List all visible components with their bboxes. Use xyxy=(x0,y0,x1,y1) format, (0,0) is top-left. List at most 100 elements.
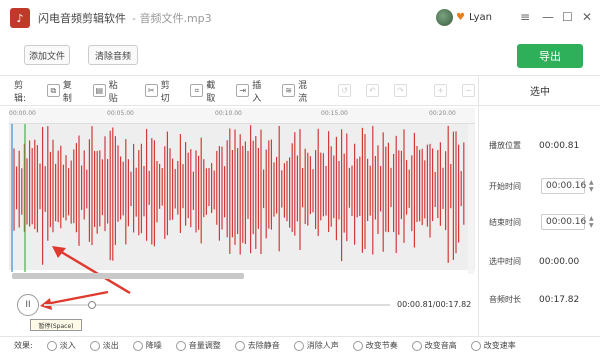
end-time-label: 结束时间 xyxy=(489,217,521,227)
fade-out-label: 淡出 xyxy=(102,341,119,350)
export-button[interactable]: 导出 xyxy=(517,44,583,68)
fade-out-icon xyxy=(89,340,100,351)
change-pitch-icon xyxy=(411,340,422,351)
start-time-row: 开始时间 00:00.16 ▲ ▼ xyxy=(489,178,599,194)
vip-heart-icon: ♥ xyxy=(456,12,465,23)
volume-label: 音量调整 xyxy=(188,341,221,350)
play-position-row: 播放位置 00:00.81 xyxy=(489,140,599,151)
app-title: 闪电音频剪辑软件 xyxy=(38,12,126,25)
pause-icon: II xyxy=(25,300,31,310)
play-position-label: 播放位置 xyxy=(489,141,521,150)
play-position-value: 00:00.81 xyxy=(539,140,580,151)
mix-button[interactable]: ≋ 混流 xyxy=(282,78,316,104)
menu-icon[interactable]: ≡ xyxy=(520,10,530,24)
crop-label: 截取 xyxy=(206,80,216,104)
noise-reduction-button[interactable]: 降噪 xyxy=(132,340,162,351)
undo-button[interactable]: ↶ xyxy=(366,84,382,97)
cut-button[interactable]: ✂ 剪切 xyxy=(144,78,179,104)
vertical-scrollbar[interactable] xyxy=(468,124,474,274)
fade-out-button[interactable]: 淡出 xyxy=(89,340,119,351)
change-tempo-button[interactable]: 改变节奏 xyxy=(352,340,398,351)
remove-vocals-icon xyxy=(293,340,304,351)
zoom-out-button[interactable]: − xyxy=(462,84,478,97)
fade-in-icon xyxy=(46,340,57,351)
pause-tooltip: 暂停(Space) xyxy=(30,319,82,331)
noise-reduction-icon xyxy=(132,340,143,351)
history-button[interactable]: ↺ xyxy=(338,84,354,97)
audio-length-value: 00:17.82 xyxy=(539,294,580,305)
paste-label: 粘贴 xyxy=(108,80,118,104)
waveform-area[interactable] xyxy=(9,110,475,270)
horizontal-scrollbar[interactable] xyxy=(12,273,244,279)
end-time-input[interactable]: 00:00.16 xyxy=(541,214,586,230)
noise-reduction-label: 降噪 xyxy=(145,341,162,350)
copy-label: 复制 xyxy=(62,80,72,104)
selected-time-row: 选中时间 00:00.00 xyxy=(489,256,599,267)
file-name: - 音频文件.mp3 xyxy=(132,12,212,25)
edit-label: 剪辑: xyxy=(14,80,27,104)
insert-button[interactable]: ⇥ 插入 xyxy=(236,78,270,104)
start-time-input[interactable]: 00:00.16 xyxy=(541,178,586,194)
paste-button[interactable]: ▤ 粘贴 xyxy=(92,78,127,104)
end-time-stepper-icon[interactable]: ▲ ▼ xyxy=(589,215,594,229)
zoom-out-icon: − xyxy=(462,84,475,97)
annotation-arrow xyxy=(45,290,109,306)
copy-button[interactable]: ⧉ 复制 xyxy=(46,78,81,104)
maximize-icon[interactable]: ☐ xyxy=(562,10,573,24)
playback-slider-handle[interactable] xyxy=(88,301,97,309)
audio-length-label: 音频时长 xyxy=(489,295,521,304)
time-ruler[interactable]: 00:00.00 00:05.00 00:10.00 00:15.00 00:2… xyxy=(9,108,475,124)
remove-silence-label: 去除静音 xyxy=(247,341,280,350)
effects-label: 效果: xyxy=(14,341,33,350)
change-rate-button[interactable]: 改变速率 xyxy=(470,340,516,351)
crop-button[interactable]: ⌗ 截取 xyxy=(190,78,224,104)
selected-time-label: 选中时间 xyxy=(489,257,521,266)
volume-button[interactable]: 音量调整 xyxy=(175,340,221,351)
start-time-label: 开始时间 xyxy=(489,181,521,191)
copy-icon: ⧉ xyxy=(46,84,60,97)
selection-panel: 选中 播放位置 00:00.81 开始时间 00:00.16 ▲ ▼ 结束时间 0… xyxy=(478,76,600,336)
effects-bar: 效果: 淡入 淡出 降噪 音量调整 去除静音 消除人声 改变节奏 改变音高 改变… xyxy=(0,336,600,354)
title-bar: ♪ 闪电音频剪辑软件 - 音频文件.mp3 xyxy=(0,0,600,36)
app-logo-icon: ♪ xyxy=(10,8,30,28)
redo-button[interactable]: ↷ xyxy=(394,84,410,97)
remove-vocals-label: 消除人声 xyxy=(306,341,339,350)
change-tempo-icon xyxy=(352,340,363,351)
username[interactable]: Lyan xyxy=(469,12,492,23)
ruler-tick: 00:15.00 xyxy=(321,110,348,117)
selected-time-value: 00:00.00 xyxy=(539,256,580,267)
clear-audio-button[interactable]: 清除音频 xyxy=(88,45,138,65)
zoom-in-button[interactable]: + xyxy=(434,84,450,97)
redo-icon: ↷ xyxy=(394,84,407,97)
main-toolbar: 添加文件 清除音频 导出 xyxy=(0,36,600,76)
change-rate-label: 改变速率 xyxy=(483,341,516,350)
cut-label: 剪切 xyxy=(160,80,170,104)
avatar[interactable] xyxy=(436,9,453,26)
remove-vocals-button[interactable]: 消除人声 xyxy=(293,340,339,351)
ruler-tick: 00:00.00 xyxy=(9,110,36,117)
add-file-button[interactable]: 添加文件 xyxy=(24,45,70,65)
minimize-icon[interactable]: — xyxy=(542,10,554,24)
undo-icon: ↶ xyxy=(366,84,379,97)
change-rate-icon xyxy=(470,340,481,351)
mix-label: 混流 xyxy=(298,80,308,104)
crop-icon: ⌗ xyxy=(190,84,204,97)
close-icon[interactable]: ✕ xyxy=(582,10,592,24)
end-time-row: 结束时间 00:00.16 ▲ ▼ xyxy=(489,214,599,230)
fade-in-button[interactable]: 淡入 xyxy=(46,340,76,351)
pause-button[interactable]: II xyxy=(17,294,39,316)
paste-icon: ▤ xyxy=(92,84,106,97)
time-readout: 00:00.81/00:17.82 xyxy=(397,300,472,309)
change-pitch-button[interactable]: 改变音高 xyxy=(411,340,457,351)
edit-toolbar: 剪辑: ⧉ 复制 ▤ 粘贴 ✂ 剪切 ⌗ 截取 ⇥ 插入 ≋ 混流 ↺ ↶ ↷ + − xyxy=(0,76,478,106)
change-tempo-label: 改变节奏 xyxy=(365,341,398,350)
start-time-stepper-icon[interactable]: ▲ ▼ xyxy=(589,179,594,193)
panel-title: 选中 xyxy=(479,76,600,106)
ruler-tick: 00:05.00 xyxy=(107,110,134,117)
zoom-in-icon: + xyxy=(434,84,447,97)
audio-length-row: 音频时长 00:17.82 xyxy=(489,294,599,305)
volume-icon xyxy=(175,340,186,351)
history-icon: ↺ xyxy=(338,84,351,97)
user-account[interactable]: ♥ Lyan xyxy=(436,9,492,26)
remove-silence-button[interactable]: 去除静音 xyxy=(234,340,280,351)
